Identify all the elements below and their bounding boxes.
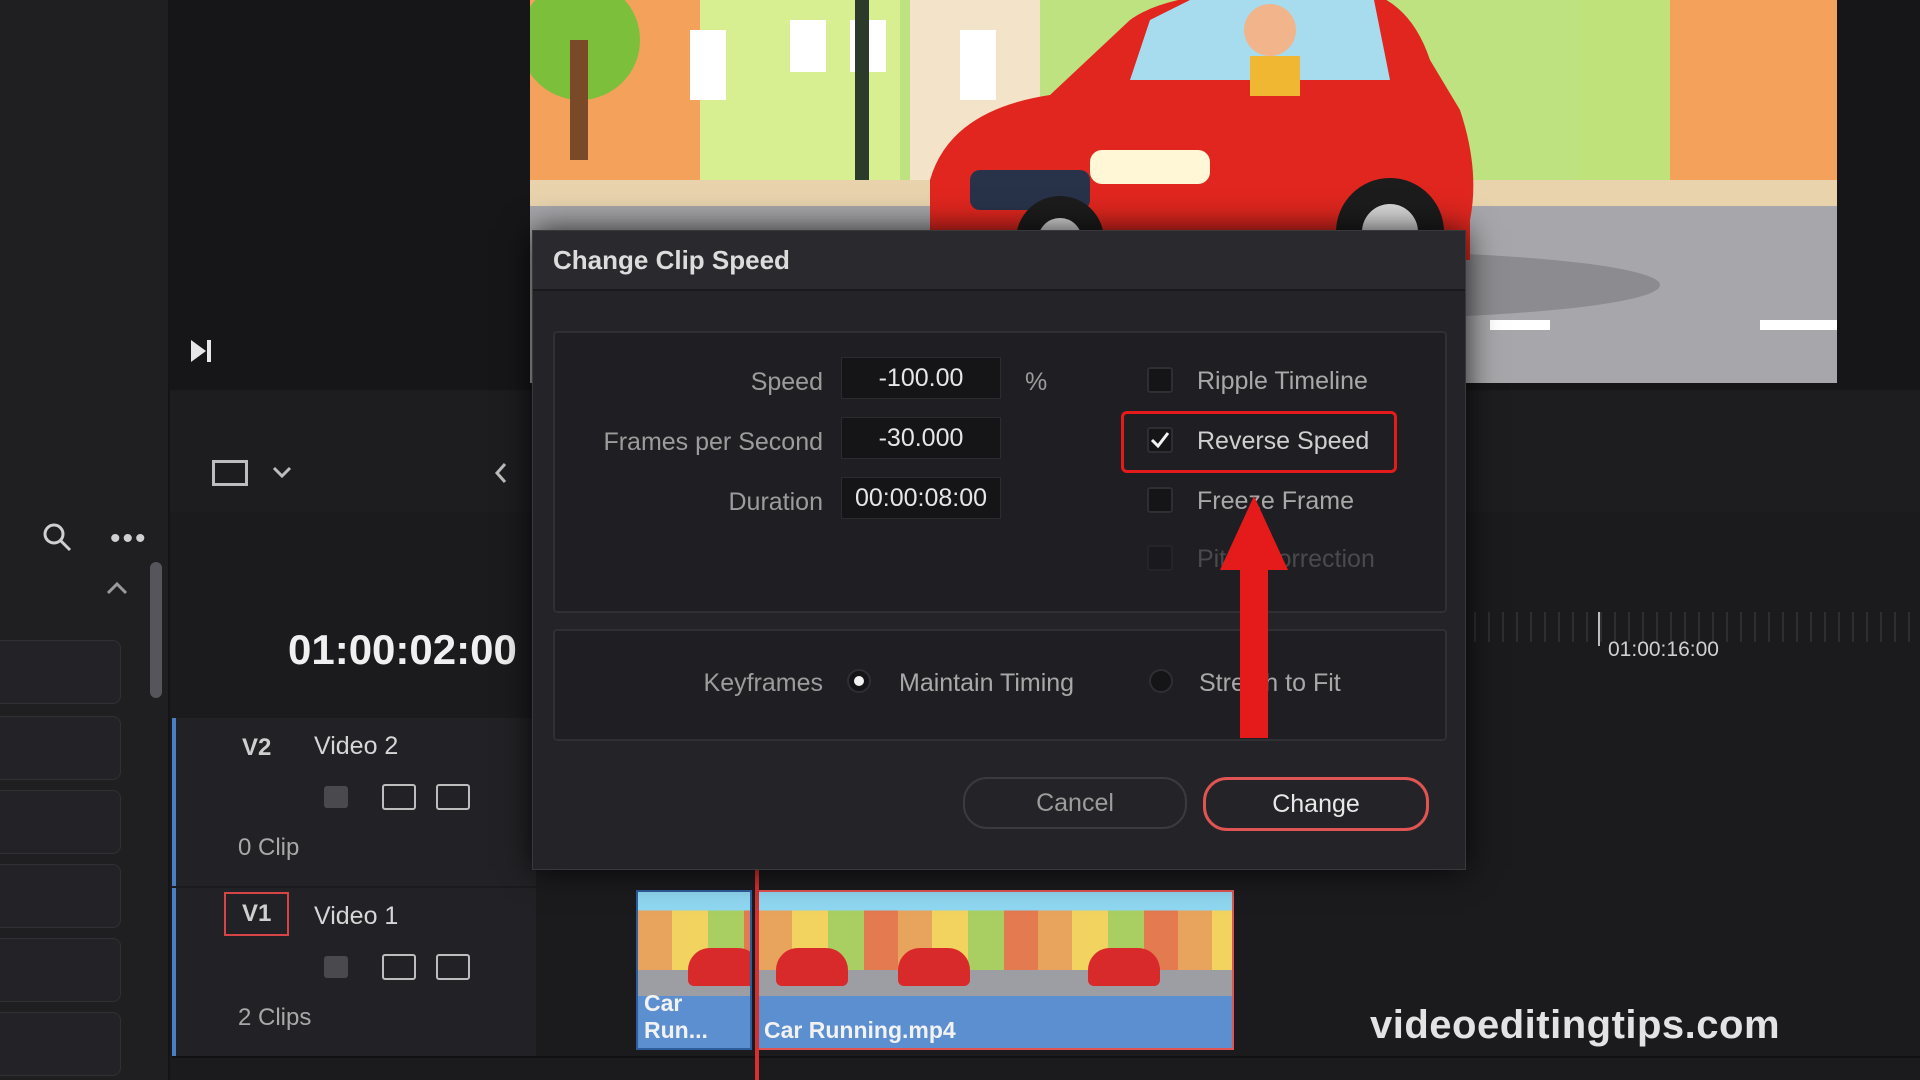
track-id: V1 xyxy=(224,892,290,936)
fps-input[interactable]: -30.000 xyxy=(841,417,1001,459)
reverse-speed-checkbox[interactable] xyxy=(1147,427,1173,453)
ruler-tick xyxy=(1598,612,1600,646)
cancel-button[interactable]: Cancel xyxy=(963,777,1187,829)
clip-label: Car Run... xyxy=(644,990,708,1043)
left-panel: ••• xyxy=(0,0,170,1080)
track-name: Video 2 xyxy=(314,732,399,760)
lock-icon[interactable] xyxy=(324,786,348,808)
maintain-timing-label[interactable]: Maintain Timing xyxy=(899,669,1074,698)
annotation-arrow-icon xyxy=(1220,496,1288,570)
more-options-icon[interactable]: ••• xyxy=(110,522,148,556)
ripple-timeline-checkbox[interactable] xyxy=(1147,367,1173,393)
track-id: V2 xyxy=(242,734,272,761)
freeze-frame-checkbox[interactable] xyxy=(1147,487,1173,513)
auto-select-icon[interactable] xyxy=(382,954,416,980)
annotation-arrow-shaft xyxy=(1240,560,1268,738)
change-button[interactable]: Change xyxy=(1203,777,1429,831)
timeline-clip[interactable]: Car Run... xyxy=(636,890,752,1050)
bin-slot[interactable] xyxy=(0,716,121,780)
lock-icon[interactable] xyxy=(324,956,348,978)
track-divider xyxy=(172,1056,1920,1058)
chevron-left-icon[interactable] xyxy=(494,462,508,489)
track-header-v2[interactable]: V2 Video 2 0 Clip xyxy=(172,718,536,886)
filmstrip-icon[interactable] xyxy=(436,784,470,810)
clip-car-image xyxy=(1088,948,1160,986)
bin-slot[interactable] xyxy=(0,640,121,704)
search-icon[interactable] xyxy=(40,520,74,554)
speed-settings-group: Speed -100.00 % Frames per Second -30.00… xyxy=(553,331,1447,613)
fps-label: Frames per Second xyxy=(603,428,823,456)
chevron-up-icon[interactable] xyxy=(106,580,128,601)
keyframes-group: Keyframes Maintain Timing Stretch to Fit xyxy=(553,629,1447,741)
chevron-down-icon[interactable] xyxy=(272,465,292,484)
watermark: videoeditingtips.com xyxy=(1370,1003,1781,1047)
maintain-timing-radio[interactable] xyxy=(847,669,871,693)
track-clip-count: 2 Clips xyxy=(238,1004,312,1031)
dialog-title: Change Clip Speed xyxy=(553,245,790,275)
sidebar-scrollbar[interactable] xyxy=(150,562,162,698)
stretch-to-fit-radio[interactable] xyxy=(1149,669,1173,693)
duration-input[interactable]: 00:00:08:00 xyxy=(841,477,1001,519)
ruler-timecode: 01:00:16:00 xyxy=(1608,638,1719,661)
duration-label: Duration xyxy=(728,488,824,516)
playhead[interactable] xyxy=(755,870,759,1080)
filmstrip-icon[interactable] xyxy=(436,954,470,980)
auto-select-icon[interactable] xyxy=(382,784,416,810)
track-clip-count: 0 Clip xyxy=(238,834,300,861)
checkmark-icon xyxy=(1150,432,1170,449)
clip-car-image xyxy=(776,948,848,986)
track-name: Video 1 xyxy=(314,902,399,930)
keyframes-label: Keyframes xyxy=(703,669,823,697)
timeline-clip[interactable]: Car Running.mp4 xyxy=(756,890,1234,1050)
change-clip-speed-dialog: Change Clip Speed Speed -100.00 % Frames… xyxy=(532,230,1466,870)
track-header-v1[interactable]: V1 Video 1 2 Clips xyxy=(172,888,536,1056)
clip-car-image xyxy=(898,948,970,986)
ripple-timeline-label[interactable]: Ripple Timeline xyxy=(1197,367,1368,396)
timeline-timecode: 01:00:02:00 xyxy=(288,626,517,673)
selection-mode-icon[interactable] xyxy=(212,460,248,486)
bin-slot[interactable] xyxy=(0,938,121,1002)
speed-label: Speed xyxy=(750,368,823,396)
bin-slot[interactable] xyxy=(0,864,121,928)
pitch-correction-checkbox xyxy=(1147,545,1173,571)
next-frame-icon[interactable] xyxy=(188,338,214,369)
clip-label: Car Running.mp4 xyxy=(764,1017,956,1043)
speed-input[interactable]: -100.00 xyxy=(841,357,1001,399)
bin-slot[interactable] xyxy=(0,1012,121,1076)
stretch-to-fit-label[interactable]: Stretch to Fit xyxy=(1199,669,1341,698)
reverse-speed-label[interactable]: Reverse Speed xyxy=(1197,427,1369,456)
bin-slot[interactable] xyxy=(0,790,121,854)
speed-unit: % xyxy=(1025,368,1048,396)
clip-car-image xyxy=(688,948,750,986)
